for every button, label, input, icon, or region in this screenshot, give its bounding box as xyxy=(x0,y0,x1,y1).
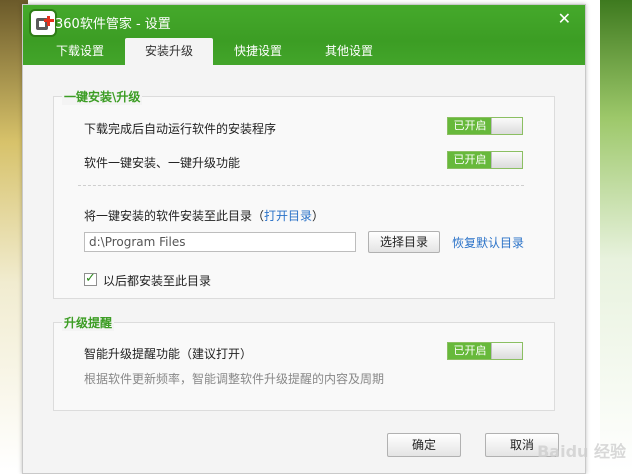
group-title-install: 一键安装\升级 xyxy=(62,88,143,105)
divider xyxy=(78,185,524,186)
smart-upgrade-reminder-label: 智能升级提醒功能（建议打开） xyxy=(84,347,253,361)
toggle-knob xyxy=(491,118,522,134)
restore-default-dir-link[interactable]: 恢复默认目录 xyxy=(452,234,524,251)
one-click-install-label: 软件一键安装、一键升级功能 xyxy=(84,156,241,170)
tab-shortcut-settings[interactable]: 快捷设置 xyxy=(215,38,301,65)
always-install-label: 以后都安装至此目录 xyxy=(103,274,212,288)
install-path-input[interactable] xyxy=(84,232,356,252)
title-bar: 360软件管家 - 设置 ✕ 下载设置 安装升级 快捷设置 其他设置 xyxy=(23,5,585,65)
install-dir-label-prefix: 将一键安装的软件安装至此目录（ xyxy=(84,209,265,223)
watermark: Baidu 经验 xyxy=(537,442,626,461)
close-icon[interactable]: ✕ xyxy=(558,9,571,28)
tab-other-settings[interactable]: 其他设置 xyxy=(303,38,395,65)
choose-dir-button[interactable]: 选择目录 xyxy=(368,231,440,253)
toggle-knob xyxy=(491,343,522,359)
checkmark-icon: ✓ xyxy=(85,271,96,286)
upgrade-reminder-group: 升级提醒 智能升级提醒功能（建议打开） 已开启 根据软件更新频率，智能调整软件升… xyxy=(53,314,555,411)
desktop-background-right xyxy=(600,0,632,472)
toggle-knob xyxy=(491,152,522,168)
one-click-install-toggle[interactable]: 已开启 xyxy=(447,151,523,169)
install-dir-label: 将一键安装的软件安装至此目录（打开目录） xyxy=(84,207,324,224)
smart-upgrade-reminder-toggle[interactable]: 已开启 xyxy=(447,342,523,360)
settings-window: 360软件管家 - 设置 ✕ 下载设置 安装升级 快捷设置 其他设置 一键安装\… xyxy=(22,4,586,474)
settings-body: 一键安装\升级 下载完成后自动运行软件的安装程序 已开启 软件一键安装、一键升级… xyxy=(23,65,585,473)
auto-run-installer-label: 下载完成后自动运行软件的安装程序 xyxy=(84,122,277,136)
install-upgrade-group: 一键安装\升级 下载完成后自动运行软件的安装程序 已开启 软件一键安装、一键升级… xyxy=(53,88,555,299)
window-title: 360软件管家 - 设置 xyxy=(55,17,171,32)
tab-download-settings[interactable]: 下载设置 xyxy=(37,38,123,65)
app-logo-icon xyxy=(29,9,57,37)
group-title-upgrade: 升级提醒 xyxy=(62,314,115,331)
open-dir-link[interactable]: 打开目录 xyxy=(264,209,312,223)
always-install-checkbox[interactable]: ✓ xyxy=(84,271,97,286)
toggle-state-label: 已开启 xyxy=(448,343,492,359)
toggle-state-label: 已开启 xyxy=(448,118,492,134)
smart-upgrade-hint: 根据软件更新频率，智能调整软件升级提醒的内容及周期 xyxy=(84,372,385,386)
tab-install-upgrade[interactable]: 安装升级 xyxy=(125,38,213,65)
toggle-state-label: 已开启 xyxy=(448,152,492,168)
auto-run-installer-toggle[interactable]: 已开启 xyxy=(447,117,523,135)
ok-button[interactable]: 确定 xyxy=(387,433,461,457)
install-dir-label-suffix: ） xyxy=(312,209,325,223)
